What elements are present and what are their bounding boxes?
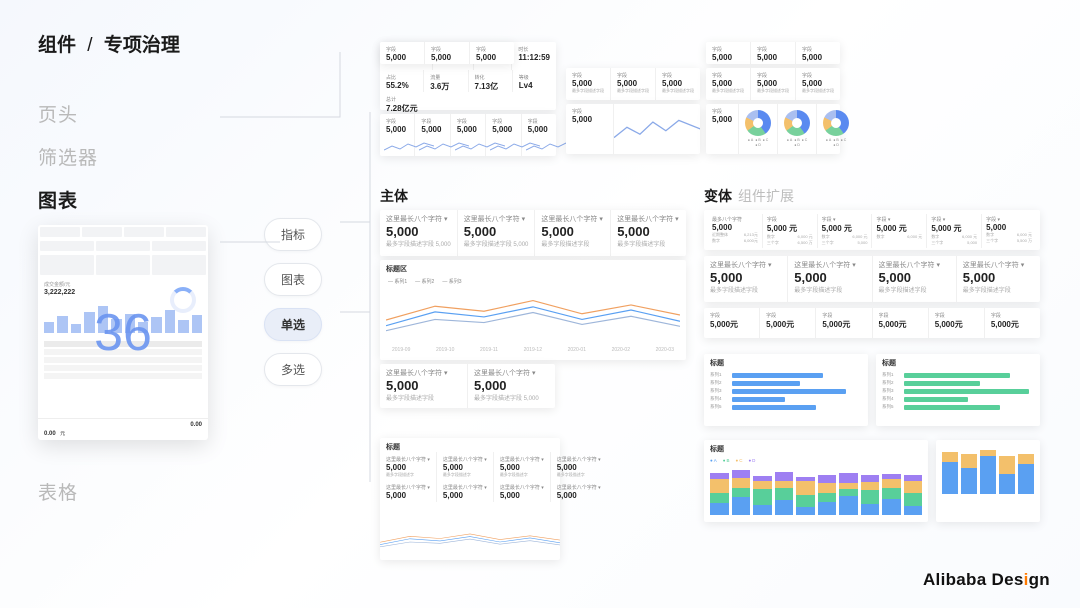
panel-variant-top-b: 字段5,000最多字段描述字段字段5,000最多字段描述字段字段5,000最多字… — [566, 68, 700, 100]
panel-variant-top-d: 字段5,000最多字段描述字段字段5,000最多字段描述字段字段5,000最多字… — [706, 68, 840, 100]
panel-hbar-left: 标题系列1系列2系列3系列4系列5 — [704, 354, 868, 426]
panel-multi-metrics: 标题这里最长八个字符 ▾5,000最多字段描述字这里最长八个字符 ▾5,000最… — [380, 438, 560, 560]
section-variant: 变体组件扩展 — [704, 186, 794, 206]
sidenav-item-0[interactable]: 页头 — [38, 100, 98, 127]
thumb-footer: 0.00 元 0.00 — [38, 418, 208, 440]
panel-variant-donuts: 字段5,000ABCDABCDABCD — [706, 104, 840, 154]
filter-pill-0[interactable]: 指标 — [264, 218, 322, 251]
brand-footer: Alibaba Design — [923, 570, 1050, 590]
panel-variant-top-c: 字段5,000字段5,000字段5,000 — [706, 42, 840, 64]
filter-pills: 指标图表单选多选 — [264, 218, 322, 386]
panel-top-sparks: 字段5,000字段5,000字段5,000字段5,000字段5,000 — [380, 114, 556, 156]
thumbnail-preview: 成交金额/元 3,222,222 0.00 元 0.00 36 — [38, 225, 208, 440]
panel-variant-mid: 这里最长八个字符 ▾5,000最多字段描述字段这里最长八个字符 ▾5,000最多… — [704, 256, 1040, 302]
sidenav-item-table[interactable]: 表格 — [38, 478, 78, 505]
panel-variant-currency: 字段5,000元字段5,000元字段5,000元字段5,000元字段5,000元… — [704, 308, 1040, 338]
panel-variant-spark: 字段5,000 — [566, 104, 700, 154]
sidenav-item-2[interactable]: 图表 — [38, 186, 98, 213]
sidenav-item-1[interactable]: 筛选器 — [38, 143, 98, 170]
panel-stacked-1: 标题ABCD — [704, 440, 928, 522]
breadcrumb-b: 专项治理 — [104, 35, 180, 56]
section-main: 主体 — [380, 186, 408, 206]
panel-line-chart: 标题区— 系列1— 系列2— 系列32019-092019-102019-112… — [380, 260, 686, 360]
panel-below-metrics: 这里最长八个字符 ▾5,000最多字段描述字段这里最长八个字符 ▾5,000最多… — [380, 364, 555, 408]
breadcrumb: 组件 / 专项治理 — [38, 30, 180, 57]
panel-hbar-right: 标题系列1系列2系列3系列4系列5 — [876, 354, 1040, 426]
panel-main-metric-row: 这里最长八个字符 ▾5,000最多字段描述字段 5,000这里最长八个字符 ▾5… — [380, 210, 686, 256]
panel-variant-top-a: 字段5,000字段5,000字段5,000 — [380, 42, 514, 64]
filter-pill-1[interactable]: 图表 — [264, 263, 322, 296]
breadcrumb-separator: / — [87, 35, 92, 56]
panel-variant-wide: 最多八个字符5,000近期整体6,213元数字6,000元字段5,000 元数字… — [704, 210, 1040, 250]
filter-pill-3[interactable]: 多选 — [264, 353, 322, 386]
panel-stacked-2 — [936, 440, 1040, 522]
side-nav: 页头筛选器图表 — [38, 100, 98, 229]
thumb-overlay-number: 36 — [94, 303, 152, 363]
filter-pill-2[interactable]: 单选 — [264, 308, 322, 341]
breadcrumb-a: 组件 — [38, 35, 76, 56]
